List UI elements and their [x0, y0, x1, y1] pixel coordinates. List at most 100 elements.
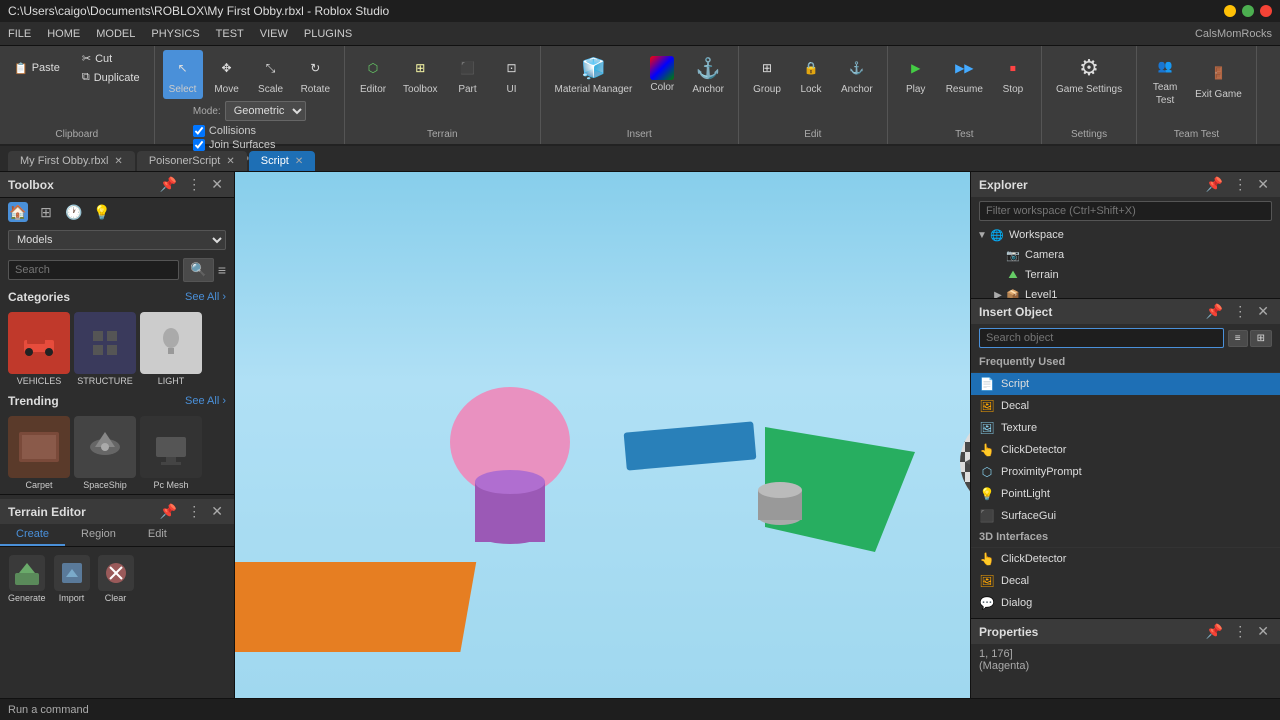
menu-test[interactable]: TEST: [216, 28, 244, 40]
select-button[interactable]: ↖ Select: [163, 50, 203, 99]
terrain-pin[interactable]: 📌: [157, 503, 180, 520]
toolbox-close[interactable]: ✕: [208, 176, 226, 193]
group-button[interactable]: ⊞ Group: [747, 50, 787, 99]
game-settings-button[interactable]: ⚙ Game Settings: [1050, 50, 1128, 99]
terrain-import[interactable]: Import: [54, 555, 90, 603]
properties-more[interactable]: ⋮: [1230, 623, 1250, 640]
insert-pointlight[interactable]: 💡 PointLight: [971, 483, 1280, 505]
menu-plugins[interactable]: PLUGINS: [304, 28, 352, 40]
menu-view[interactable]: VIEW: [260, 28, 288, 40]
toolbox-pin[interactable]: 📌: [157, 176, 180, 193]
part-button[interactable]: ⬛ Part: [448, 50, 488, 99]
play-button[interactable]: ▶ Play: [896, 50, 936, 99]
tree-workspace[interactable]: ▼ 🌐 Workspace: [971, 225, 1280, 245]
tab-poisoner[interactable]: PoisonerScript ✕: [137, 151, 247, 171]
tree-camera[interactable]: 📷 Camera: [971, 245, 1280, 265]
tree-terrain[interactable]: ⛰ Terrain: [971, 265, 1280, 285]
mode-dropdown[interactable]: Geometric: [225, 101, 306, 121]
insert-script[interactable]: 📄 Script: [971, 373, 1280, 395]
close-button[interactable]: [1260, 5, 1272, 17]
insert-grid-view[interactable]: ⊞: [1250, 330, 1272, 347]
scale-button[interactable]: ⤡ Scale: [251, 50, 291, 99]
cut-button[interactable]: ✂ Cut: [76, 50, 146, 67]
tab-obby-close[interactable]: ✕: [114, 156, 122, 167]
paste-button[interactable]: 📋 Paste: [8, 60, 66, 77]
lock-button[interactable]: 🔒 Lock: [791, 50, 831, 99]
toolbox-tab-models[interactable]: 🏠: [8, 202, 28, 222]
insert-decal-freq[interactable]: 🖼 Decal: [971, 395, 1280, 417]
terrain-clear[interactable]: Clear: [98, 555, 134, 603]
insert-clickdetector-freq[interactable]: 👆 ClickDetector: [971, 439, 1280, 461]
search-input[interactable]: [8, 260, 179, 280]
insert-surfacegui[interactable]: ⬛ SurfaceGui: [971, 505, 1280, 527]
duplicate-button[interactable]: ⧉ Duplicate: [76, 69, 146, 86]
model-dropdown[interactable]: Models Plugins Audio Videos Images: [8, 230, 226, 250]
terrain-close[interactable]: ✕: [208, 503, 226, 520]
maximize-button[interactable]: [1242, 5, 1254, 17]
team-button[interactable]: 👥 Team Test: [1145, 50, 1185, 108]
toolbox-tab-clock[interactable]: 🕐: [64, 202, 84, 222]
trending-pcmesh[interactable]: Pc Mesh: [140, 416, 202, 490]
tab-script-close[interactable]: ✕: [295, 156, 303, 167]
filter-button[interactable]: ≡: [218, 262, 226, 278]
toolbox-tab-star[interactable]: 💡: [92, 202, 112, 222]
insert-pin[interactable]: 📌: [1203, 303, 1226, 320]
insert-list-view[interactable]: ≡: [1228, 330, 1248, 347]
terrain-generate[interactable]: Generate: [8, 555, 46, 603]
explorer-close[interactable]: ✕: [1254, 176, 1272, 193]
insert-texture[interactable]: 🖼 Texture: [971, 417, 1280, 439]
category-vehicles[interactable]: VEHICLES: [8, 312, 70, 386]
explorer-pin[interactable]: 📌: [1203, 176, 1226, 193]
resume-button[interactable]: ▶▶ Resume: [940, 50, 989, 99]
properties-close[interactable]: ✕: [1254, 623, 1272, 640]
properties-pin[interactable]: 📌: [1203, 623, 1226, 640]
insert-close[interactable]: ✕: [1254, 303, 1272, 320]
search-button[interactable]: 🔍: [183, 258, 214, 282]
trending-header: Trending See All ›: [0, 390, 234, 412]
minimize-button[interactable]: [1224, 5, 1236, 17]
menu-physics[interactable]: PHYSICS: [151, 28, 199, 40]
insert-decal[interactable]: 🖼 Decal: [971, 570, 1280, 592]
menu-model[interactable]: MODEL: [96, 28, 135, 40]
category-structure[interactable]: STRUCTURE: [74, 312, 136, 386]
menu-home[interactable]: HOME: [47, 28, 80, 40]
toolbox-button[interactable]: ⊞ Toolbox: [397, 50, 443, 99]
tree-level1[interactable]: ▶ 📦 Level1: [971, 285, 1280, 298]
toolbox-more[interactable]: ⋮: [184, 176, 204, 193]
trending-see-all[interactable]: See All ›: [185, 395, 226, 407]
group-anchor-button[interactable]: ⚓ Anchor: [835, 50, 879, 99]
terrain-tab-region[interactable]: Region: [65, 524, 132, 546]
menu-file[interactable]: FILE: [8, 28, 31, 40]
color-button[interactable]: Color: [642, 52, 682, 97]
toolbox-tab-grid[interactable]: ⊞: [36, 202, 56, 222]
move-button[interactable]: ✥ Move: [207, 50, 247, 99]
explorer-filter[interactable]: [979, 201, 1272, 221]
team-test-row: 👥 Team Test 🚪 Exit Game: [1145, 50, 1248, 108]
tab-obby[interactable]: My First Obby.rbxl ✕: [8, 151, 135, 171]
tab-script[interactable]: Script ✕: [249, 151, 316, 171]
ui-button[interactable]: ⊡ UI: [492, 50, 532, 99]
join-surfaces-checkbox[interactable]: [193, 139, 205, 151]
categories-see-all[interactable]: See All ›: [185, 291, 226, 303]
terrain-tab-edit[interactable]: Edit: [132, 524, 183, 546]
rotate-button[interactable]: ↻ Rotate: [295, 50, 336, 99]
material-manager-button[interactable]: 🧊 Material Manager: [549, 50, 639, 99]
category-light[interactable]: LIGHT: [140, 312, 202, 386]
anchor-button[interactable]: ⚓ Anchor: [686, 50, 730, 99]
viewport[interactable]: X Y Z: [235, 172, 970, 698]
insert-more[interactable]: ⋮: [1230, 303, 1250, 320]
insert-proximityprompt-freq[interactable]: ⬡ ProximityPrompt: [971, 461, 1280, 483]
editor-button[interactable]: ⬡ Editor: [353, 50, 393, 99]
insert-clickdetector[interactable]: 👆 ClickDetector: [971, 548, 1280, 570]
exit-game-button[interactable]: 🚪 Exit Game: [1189, 55, 1248, 104]
insert-search-input[interactable]: [979, 328, 1224, 348]
trending-spaceship[interactable]: SpaceShip: [74, 416, 136, 490]
stop-button[interactable]: ⏹ Stop: [993, 50, 1033, 99]
tab-poisoner-close[interactable]: ✕: [226, 156, 234, 167]
trending-carpet[interactable]: Carpet: [8, 416, 70, 490]
insert-dialog[interactable]: 💬 Dialog: [971, 592, 1280, 614]
explorer-more[interactable]: ⋮: [1230, 176, 1250, 193]
collisions-checkbox[interactable]: [193, 125, 205, 137]
terrain-more[interactable]: ⋮: [184, 503, 204, 520]
terrain-tab-create[interactable]: Create: [0, 524, 65, 546]
